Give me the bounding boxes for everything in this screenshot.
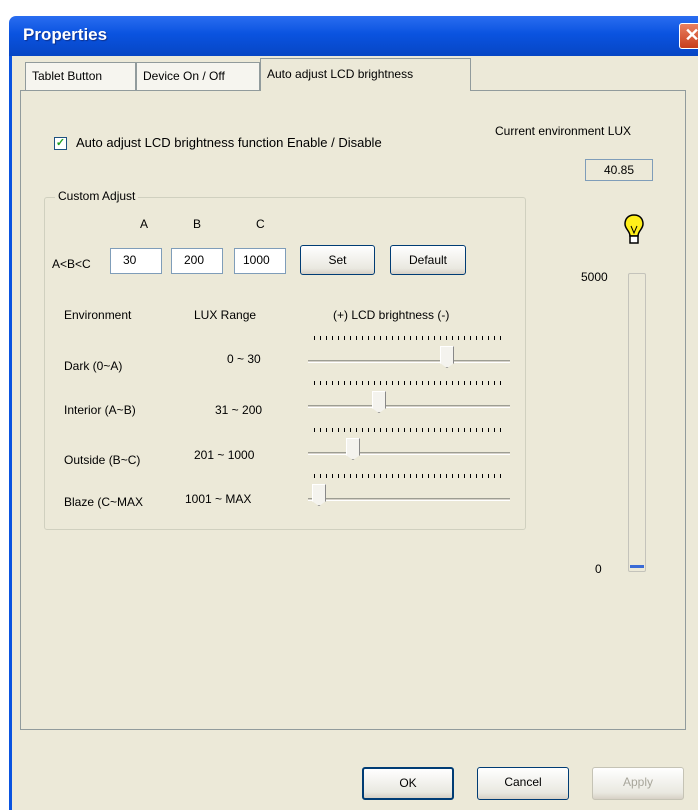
row-range-blaze: 1001 ~ MAX — [185, 492, 252, 506]
cancel-button[interactable]: Cancel — [477, 767, 569, 800]
threshold-a-input[interactable]: 30 — [110, 248, 162, 274]
row-environment-outside: Outside (B~C) — [64, 453, 141, 467]
tab-label: Device On / Off — [143, 69, 225, 83]
slider-ticks — [314, 428, 504, 432]
ok-button[interactable]: OK — [362, 767, 454, 800]
window-title: Properties — [23, 25, 108, 44]
row-environment-interior: Interior (A~B) — [64, 403, 136, 417]
brightness-slider-outside[interactable] — [308, 428, 510, 464]
column-a-label: A — [140, 217, 149, 231]
gauge-min-label: 0 — [595, 562, 602, 576]
brightness-slider-interior[interactable] — [308, 381, 510, 417]
slider-track — [308, 498, 510, 501]
slider-thumb[interactable] — [312, 484, 326, 506]
slider-ticks — [314, 474, 504, 478]
default-button[interactable]: Default — [390, 245, 466, 275]
lux-gauge — [628, 273, 646, 572]
slider-thumb[interactable] — [372, 391, 386, 413]
brightness-slider-dark[interactable] — [308, 336, 510, 372]
brightness-slider-blaze[interactable] — [308, 474, 510, 510]
tab-label: Auto adjust LCD brightness — [267, 67, 414, 81]
checkmark-icon: ✓ — [55, 137, 66, 149]
row-range-interior: 31 ~ 200 — [215, 403, 263, 417]
slider-thumb[interactable] — [346, 438, 360, 460]
row-environment-dark: Dark (0~A) — [64, 359, 123, 373]
slider-track — [308, 405, 510, 408]
header-lcd-brightness: (+) LCD brightness (-) — [333, 308, 450, 322]
title-bar[interactable]: Properties ✕ — [9, 16, 698, 56]
apply-button[interactable]: Apply — [592, 767, 684, 800]
header-lux-range: LUX Range — [194, 308, 257, 322]
slider-ticks — [314, 381, 504, 385]
close-icon: ✕ — [684, 25, 698, 45]
tab-auto-adjust-lcd-brightness[interactable]: Auto adjust LCD brightness — [260, 58, 471, 91]
slider-track — [308, 360, 510, 363]
custom-adjust-title: Custom Adjust — [55, 189, 139, 203]
threshold-b-input[interactable]: 200 — [171, 248, 223, 274]
set-button[interactable]: Set — [300, 245, 375, 275]
slider-thumb[interactable] — [440, 346, 454, 368]
gauge-max-label: 5000 — [581, 270, 608, 284]
column-b-label: B — [193, 217, 202, 231]
auto-adjust-checkbox-label[interactable]: Auto adjust LCD brightness function Enab… — [76, 135, 382, 150]
lux-gauge-marker — [630, 565, 644, 567]
slider-ticks — [314, 336, 504, 340]
column-c-label: C — [256, 217, 265, 231]
auto-adjust-checkbox[interactable]: ✓ — [54, 137, 67, 150]
threshold-c-input[interactable]: 1000 — [234, 248, 286, 274]
row-range-dark: 0 ~ 30 — [227, 352, 261, 366]
tab-device-on-off[interactable]: Device On / Off — [136, 62, 260, 90]
current-lux-title: Current environment LUX — [495, 124, 632, 138]
current-lux-value: 40.85 — [585, 159, 653, 181]
row-environment-blaze: Blaze (C~MAX — [64, 495, 144, 509]
slider-track — [308, 452, 510, 455]
abc-order-label: A<B<C — [52, 257, 91, 271]
tab-tablet-button[interactable]: Tablet Button — [25, 62, 136, 90]
header-environment: Environment — [64, 308, 132, 322]
tab-label: Tablet Button — [32, 69, 103, 83]
lightbulb-icon — [624, 214, 644, 244]
close-button[interactable]: ✕ — [679, 23, 698, 49]
row-range-outside: 201 ~ 1000 — [194, 448, 255, 462]
